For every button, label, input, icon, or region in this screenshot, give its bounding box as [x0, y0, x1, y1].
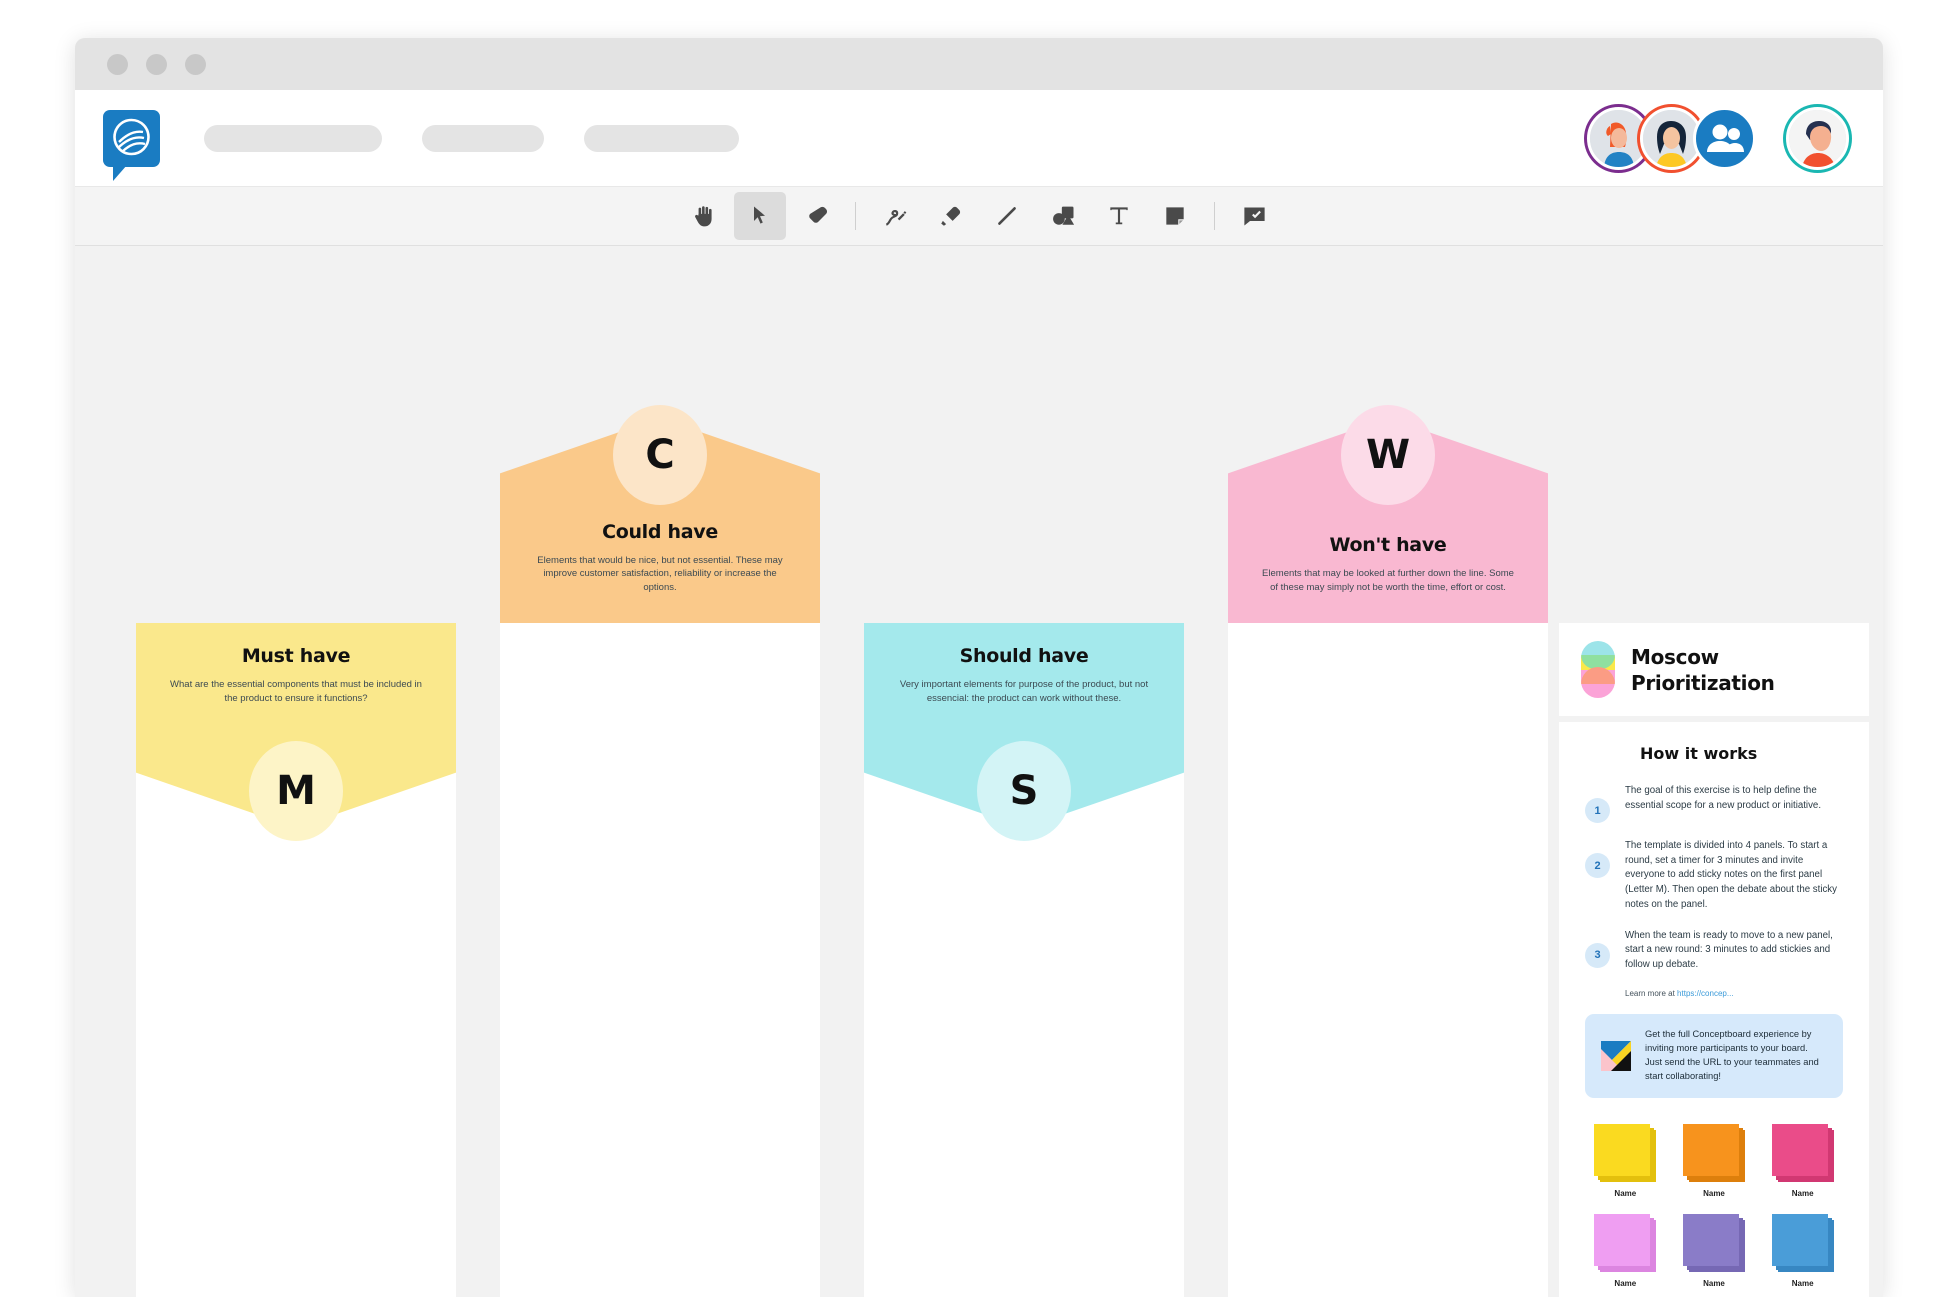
info-panel-title: Moscow Prioritization — [1631, 644, 1775, 696]
window-titlebar — [75, 38, 1883, 90]
list-item[interactable]: Name — [1762, 1123, 1843, 1198]
sticky-note-label: Name — [1703, 1278, 1725, 1288]
list-item: 1 The goal of this exercise is to help d… — [1585, 784, 1843, 823]
learn-more-link[interactable]: https://concep... — [1677, 989, 1733, 998]
drawing-toolbar — [75, 186, 1883, 246]
pen-icon[interactable] — [869, 192, 921, 240]
sticky-note-swatch[interactable] — [1682, 1213, 1745, 1272]
window-minimize-button[interactable] — [146, 53, 167, 75]
panel-header-text: Could have Elements that would be nice, … — [500, 521, 820, 595]
sticky-note-palette: Name Name Name Name Name Name Name Name … — [1585, 1123, 1843, 1297]
panel-description: What are the essential components that m… — [170, 679, 422, 704]
panel-title: Won't have — [1329, 534, 1447, 557]
panel-description: Elements that would be nice, but not ess… — [537, 554, 783, 594]
learn-more-line: Learn more at https://concep... — [1625, 989, 1843, 998]
sticky-note-label: Name — [1614, 1188, 1637, 1198]
board-canvas[interactable]: Must have What are the essential compone… — [75, 246, 1883, 1297]
panel-description: Very important elements for purpose of t… — [899, 679, 1149, 704]
panel-card[interactable] — [500, 623, 820, 1297]
avatar-group — [1587, 106, 1849, 170]
toolbar-separator — [855, 202, 856, 230]
promo-text: Get the full Conceptboard experience by … — [1645, 1028, 1819, 1081]
sticky-note-icon[interactable] — [1149, 192, 1201, 240]
info-title-line-1: Moscow — [1631, 644, 1719, 669]
panel-title: Should have — [959, 645, 1089, 667]
list-item[interactable]: Name — [1674, 1213, 1755, 1288]
moscow-logo-icon — [1581, 641, 1615, 698]
panel-letter: M — [249, 741, 343, 841]
info-title-line-2: Prioritization — [1631, 670, 1775, 695]
list-item[interactable]: Name — [1674, 1123, 1755, 1198]
step-text: The template is divided into 4 panels. T… — [1625, 840, 1837, 910]
app-header — [75, 90, 1883, 186]
how-it-works-heading: How it works — [1635, 744, 1764, 764]
info-panel-header: Moscow Prioritization — [1559, 623, 1869, 716]
panel-description: Elements that may be looked at further d… — [1262, 568, 1514, 594]
sticky-note-label: Name — [1703, 1188, 1725, 1198]
cursor-icon[interactable] — [734, 192, 786, 240]
panel-title: Could have — [602, 520, 718, 543]
learn-more-label: Learn more at — [1625, 988, 1675, 998]
step-text: When the team is ready to move to a new … — [1625, 929, 1833, 971]
how-it-works-steps: 1 The goal of this exercise is to help d… — [1585, 784, 1843, 973]
toolbar-separator-2 — [1214, 202, 1215, 230]
list-item[interactable]: Name — [1585, 1123, 1666, 1198]
sticky-note-label: Name — [1791, 1278, 1814, 1288]
line-icon[interactable] — [981, 192, 1033, 240]
step-number: 1 — [1585, 798, 1610, 823]
panel-header-text: Won't have Elements that may be looked a… — [1228, 534, 1548, 595]
header-placeholder-1[interactable] — [204, 124, 382, 152]
sticky-note-label: Name — [1791, 1188, 1814, 1198]
list-item[interactable]: Name — [1585, 1213, 1666, 1288]
list-item[interactable]: Name — [1762, 1213, 1843, 1288]
shapes-icon[interactable] — [1037, 192, 1089, 240]
step-text: The goal of this exercise is to help def… — [1625, 785, 1822, 811]
sticky-note-swatch[interactable] — [1771, 1123, 1834, 1182]
panel-card[interactable] — [1228, 623, 1548, 1297]
sticky-note-swatch[interactable] — [1594, 1123, 1657, 1182]
comment-icon[interactable] — [1228, 192, 1280, 240]
list-item: 2 The template is divided into 4 panels.… — [1585, 839, 1843, 913]
promo-box[interactable]: Get the full Conceptboard experience by … — [1585, 1013, 1843, 1098]
step-number: 3 — [1585, 942, 1610, 968]
window-maximize-button[interactable] — [185, 53, 206, 75]
conceptboard-square-icon — [1601, 1040, 1631, 1071]
info-panel-body: How it works 1 The goal of this exercise… — [1559, 722, 1869, 1297]
avatar-current-user[interactable] — [1786, 106, 1849, 170]
step-number: 2 — [1585, 853, 1610, 878]
header-placeholder-2[interactable] — [422, 124, 544, 152]
panel-title: Must have — [241, 645, 351, 667]
panel-letter: C — [613, 405, 707, 505]
text-icon[interactable] — [1093, 192, 1145, 240]
panel-letter: W — [1341, 405, 1435, 505]
header-placeholder-3[interactable] — [584, 124, 739, 152]
sticky-note-swatch[interactable] — [1594, 1213, 1657, 1272]
eraser-icon[interactable] — [790, 192, 842, 240]
hand-icon[interactable] — [678, 192, 730, 240]
panel-header-text: Should have Very important elements for … — [864, 645, 1184, 706]
invite-people-button[interactable] — [1693, 106, 1756, 170]
list-item: 3 When the team is ready to move to a ne… — [1585, 929, 1843, 973]
sticky-note-label: Name — [1614, 1278, 1637, 1288]
panel-header-text: Must have What are the essential compone… — [136, 645, 456, 706]
window-close-button[interactable] — [107, 53, 128, 75]
sticky-note-swatch[interactable] — [1771, 1213, 1834, 1272]
sticky-note-swatch[interactable] — [1682, 1123, 1745, 1182]
highlighter-icon[interactable] — [925, 192, 977, 240]
browser-window: Must have What are the essential compone… — [75, 38, 1883, 1297]
panel-letter: S — [977, 741, 1071, 841]
info-panel[interactable]: Moscow Prioritization How it works 1 The… — [1559, 623, 1869, 1297]
conceptboard-logo-icon[interactable] — [103, 109, 160, 181]
